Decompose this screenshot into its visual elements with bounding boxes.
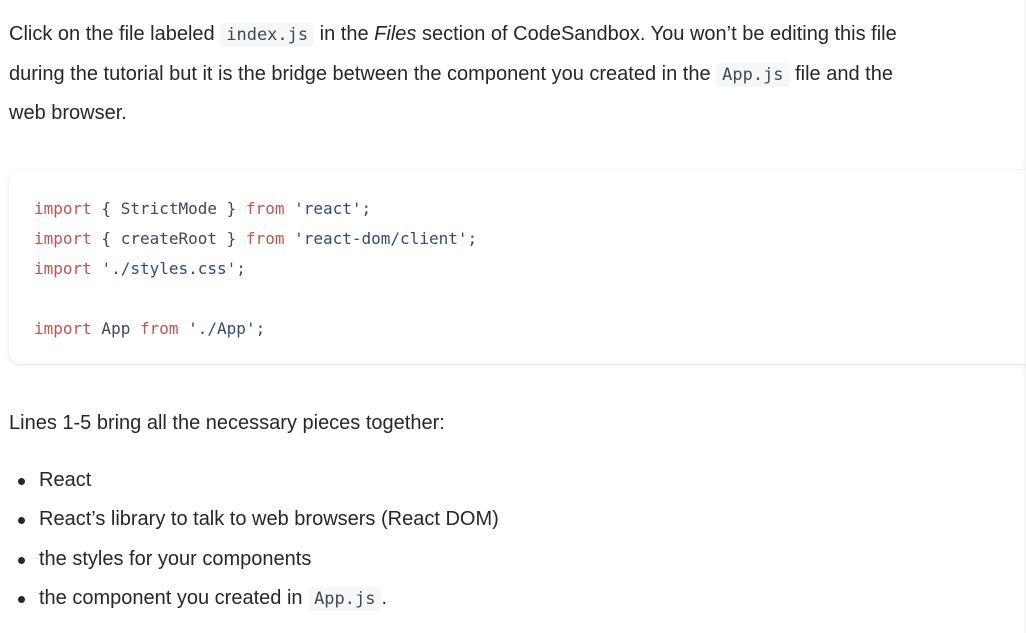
code-text: ;: [467, 229, 478, 248]
list-item-text: the component you created in: [39, 587, 309, 610]
list-item: React: [9, 461, 499, 500]
code-text: ;: [361, 199, 372, 218]
code-text: ;: [255, 319, 266, 338]
code-text: App: [91, 319, 140, 338]
code-keyword: import: [34, 259, 92, 278]
code-string: './App': [188, 319, 256, 338]
intro-text-5: file and the: [789, 62, 893, 85]
code-line-1: import { StrictMode } from 'react';: [34, 194, 477, 224]
bullet-dot: [18, 596, 25, 604]
code-line-2: import { createRoot } from 'react-dom/cl…: [34, 224, 477, 254]
code-string: 'react-dom/client': [294, 229, 468, 248]
intro-paragraph: Click on the file labeled index.js in th…: [9, 15, 897, 133]
bullet-dot: [18, 556, 25, 564]
code-text: { createRoot }: [91, 229, 246, 248]
code-text: ;: [236, 259, 246, 278]
intro-text-6: web browser.: [9, 102, 127, 125]
bullet-list: React React’s library to talk to web bro…: [9, 461, 499, 619]
list-item-text: React’s library to talk to web browsers …: [39, 508, 499, 531]
intro-text-1: Click on the file labeled: [9, 23, 221, 45]
code-lines[interactable]: import { StrictMode } from 'react'; impor…: [34, 194, 477, 344]
doc-page: Click on the file labeled index.js in th…: [9, 0, 1026, 633]
code-keyword: from: [245, 199, 285, 218]
list-item-end: .: [381, 587, 388, 610]
code-block[interactable]: import { StrictMode } from 'react'; impor…: [9, 170, 1026, 364]
code-string: './styles.css': [101, 259, 237, 278]
list-item: the component you created in App.js.: [9, 579, 499, 618]
list-item: React’s library to talk to web browsers …: [9, 500, 499, 539]
list-item-text: the styles for your components: [39, 547, 312, 570]
list-item: the styles for your components: [9, 540, 499, 579]
intro-text-4: during the tutorial but it is the bridge…: [9, 62, 717, 85]
inline-code-index-js: index.js: [220, 23, 315, 47]
code-line-5: import App from './App';: [34, 314, 477, 344]
code-line-3: import './styles.css';: [34, 254, 477, 284]
code-keyword: from: [245, 229, 285, 248]
intro-text-2: in the: [314, 23, 375, 45]
code-keyword: from: [139, 319, 179, 338]
code-keyword: import: [34, 319, 92, 338]
bullet-dot: [18, 478, 25, 485]
code-text: { StrictMode }: [91, 199, 246, 218]
inline-code-app-js: App.js: [716, 62, 790, 87]
files-emphasis: Files: [374, 23, 417, 45]
code-string: 'react': [294, 199, 362, 218]
inline-code-app-js-2: App.js: [308, 587, 382, 612]
intro-text-3: section of CodeSandbox. You won’t be edi…: [416, 23, 897, 45]
scroll-edge-shadow: [1022, 0, 1026, 633]
bullet-dot: [18, 517, 25, 525]
code-keyword: import: [34, 229, 92, 248]
list-item-text: React: [39, 469, 92, 491]
lines-paragraph: Lines 1-5 bring all the necessary pieces…: [9, 412, 445, 434]
code-keyword: import: [34, 199, 92, 218]
